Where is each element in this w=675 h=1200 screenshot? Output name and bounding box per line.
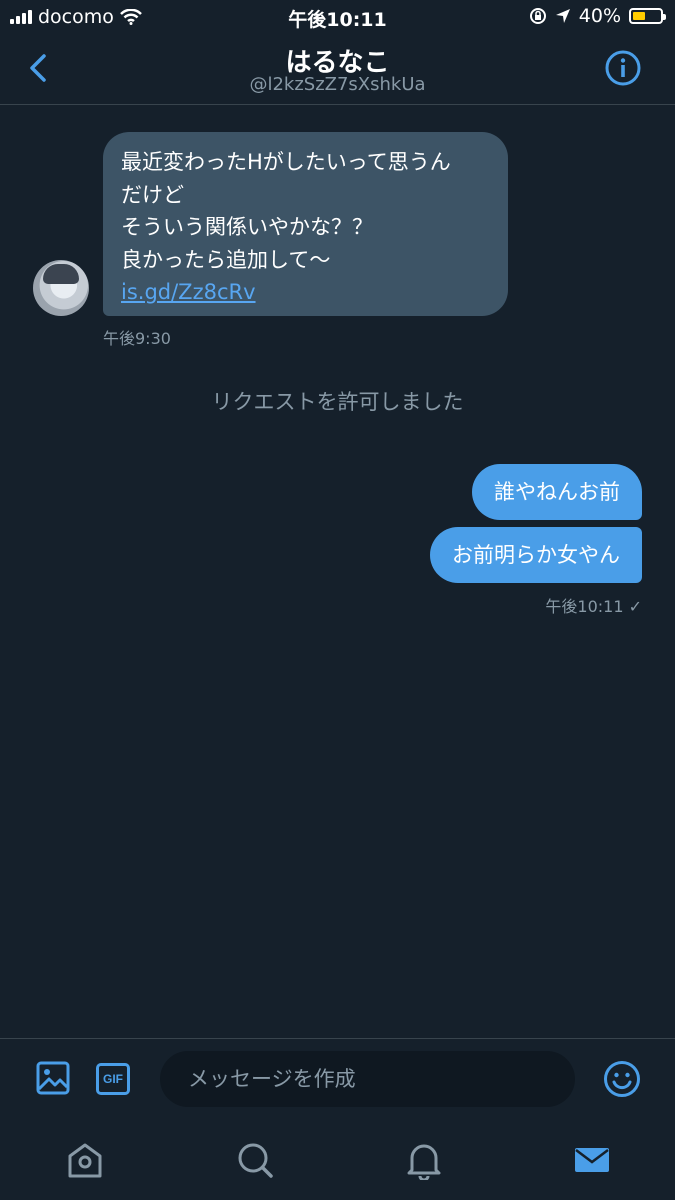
- request-accepted-notice: リクエストを許可しました: [211, 390, 464, 414]
- info-icon[interactable]: [605, 50, 641, 86]
- outgoing-timestamp: 午後10:11 ✓: [545, 597, 642, 616]
- message-line: 最近変わったHがしたいって思うん: [121, 150, 451, 174]
- gif-button[interactable]: GIF: [96, 1063, 130, 1095]
- image-icon[interactable]: [36, 1061, 70, 1095]
- messages-icon[interactable]: [572, 1140, 612, 1180]
- location-icon: [555, 9, 570, 23]
- outgoing-message-bubble: 誰やねんお前: [472, 464, 642, 520]
- emoji-icon[interactable]: [603, 1060, 641, 1098]
- rotation-lock-icon: [529, 8, 546, 24]
- incoming-message-bubble: 最近変わったHがしたいって思うん だけど そういう関係いやかな？？ 良かったら追…: [103, 132, 508, 316]
- search-icon[interactable]: [235, 1140, 275, 1180]
- battery-icon: [629, 8, 666, 24]
- message-line: そういう関係いやかな？？: [121, 215, 373, 239]
- message-link[interactable]: is.gd/Zz8cRv: [121, 276, 490, 309]
- tab-bar: [0, 1120, 675, 1200]
- message-input[interactable]: メッセージを作成: [160, 1051, 575, 1107]
- compose-bar: GIF メッセージを作成: [0, 1038, 675, 1121]
- message-line: 良かったら追加して〜: [121, 247, 331, 272]
- avatar[interactable]: [33, 260, 89, 316]
- status-right: 40%: [529, 5, 666, 27]
- outgoing-message-bubble: お前明らか女やん: [430, 527, 642, 583]
- incoming-timestamp: 午後9:30: [103, 329, 171, 348]
- notifications-icon[interactable]: [404, 1140, 444, 1180]
- status-bar: docomo 午後10:11 40%: [0, 0, 675, 34]
- contact-handle: @l2kzSzZ7sXshkUa: [249, 74, 426, 95]
- battery-percent: 40%: [578, 5, 621, 27]
- home-icon[interactable]: [65, 1140, 105, 1180]
- conversation-header: はるなこ @l2kzSzZ7sXshkUa: [0, 34, 675, 105]
- message-line: だけど: [121, 182, 184, 207]
